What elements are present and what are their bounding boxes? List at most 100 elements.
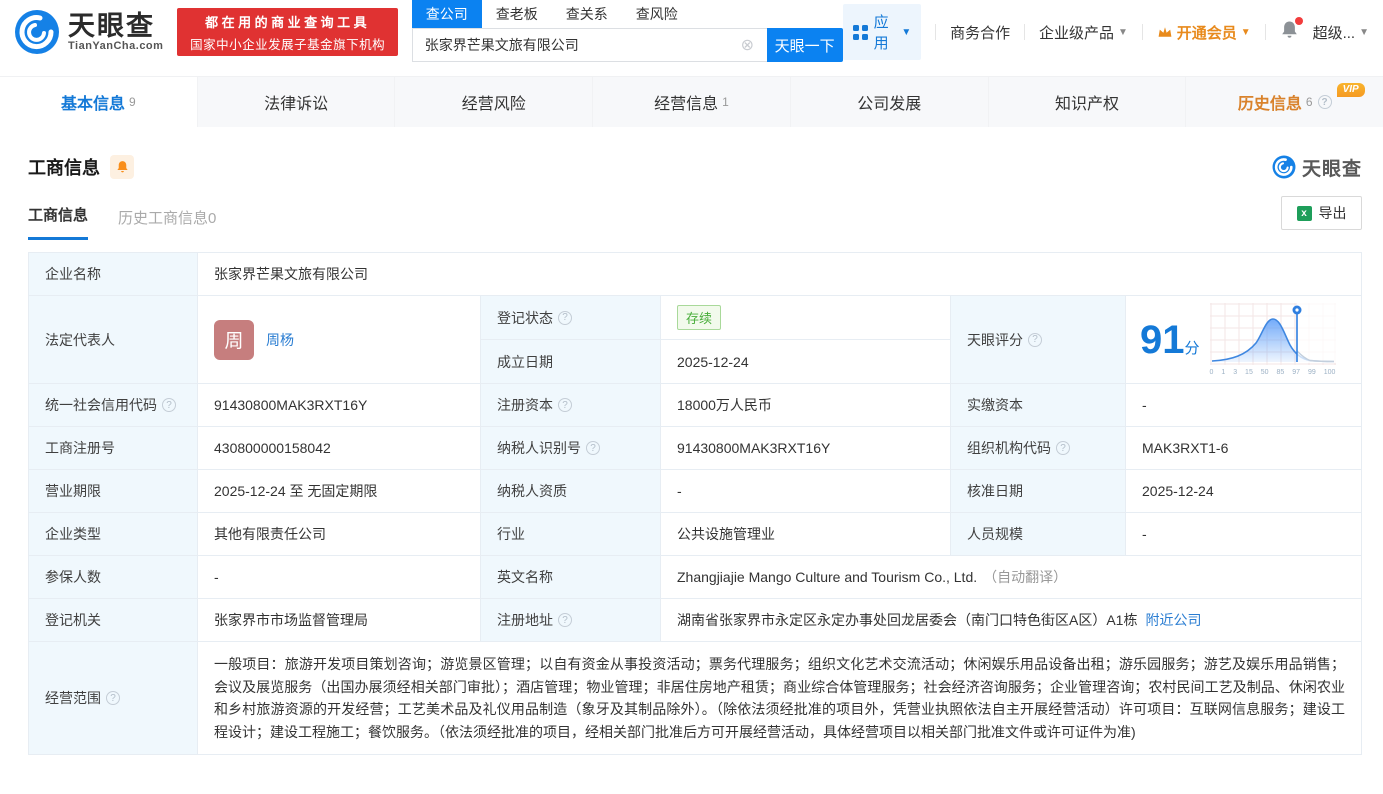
export-button[interactable]: x 导出 (1281, 196, 1362, 230)
tab-company-development-label: 公司发展 (857, 96, 922, 113)
field-approval-date-label: 核准日期 (951, 470, 1126, 512)
field-reg-no-label: 工商注册号 (29, 427, 198, 469)
chevron-down-icon: ▼ (1118, 26, 1128, 38)
tab-intellectual-property[interactable]: 知识产权 (989, 77, 1187, 127)
help-icon[interactable]: ? (106, 691, 120, 706)
field-reg-capital-value: 18000万人民币 (661, 384, 951, 426)
field-uscc-value: 91430800MAK3RXT16Y (198, 384, 481, 426)
help-icon[interactable]: ? (558, 310, 572, 325)
nav-super-vip-label: 超级... (1312, 24, 1356, 42)
tab-legal[interactable]: 法律诉讼 (198, 77, 396, 127)
tianyancha-logo-icon (15, 10, 59, 54)
nav-enterprise-products[interactable]: 企业级产品 ▼ (1039, 22, 1128, 43)
field-reg-no-value: 430800000158042 (198, 427, 481, 469)
clear-input-icon[interactable]: ⊗ (741, 28, 767, 62)
divider (1264, 24, 1266, 40)
search-tab-company[interactable]: 查公司 (411, 0, 482, 28)
field-reg-status-label: 登记状态? (481, 296, 661, 339)
field-org-code-label: 组织机构代码? (951, 427, 1126, 469)
nav-apps[interactable]: 应用 ▼ (842, 4, 922, 60)
tab-count: 1 (722, 95, 729, 109)
field-est-date-label: 成立日期 (481, 340, 661, 383)
field-taxpayer-qual-label: 纳税人资质 (481, 470, 661, 512)
company-tabbar: 基本信息 9 法律诉讼 经营风险 经营信息 1 公司发展 知识产权 VIP 历史… (0, 76, 1383, 127)
search-tab-risk[interactable]: 查风险 (622, 0, 692, 28)
chevron-down-icon: ▼ (1359, 26, 1369, 38)
field-paid-capital-label: 实缴资本 (951, 384, 1126, 426)
field-industry-value: 公共设施管理业 (661, 513, 951, 555)
search-area: 查公司 查老板 查关系 查风险 ⊗ 天眼一下 (411, 0, 843, 62)
watermark-text: 天眼查 (1301, 158, 1362, 180)
field-reg-authority-value: 张家界市市场监督管理局 (198, 599, 481, 641)
field-staff-size-value: - (1142, 526, 1147, 542)
tab-history-info[interactable]: VIP 历史信息 6 ? (1186, 77, 1383, 127)
tianyancha-logo[interactable]: 天眼查 TianYanCha.com (14, 9, 163, 55)
tab-basic-info[interactable]: 基本信息 9 (0, 77, 198, 127)
help-icon[interactable]: ? (558, 613, 572, 627)
field-reg-addr-label: 注册地址? (481, 599, 661, 641)
apps-grid-icon (852, 24, 868, 40)
field-reg-addr-value: 湖南省张家界市永定区永定办事处回龙居委会（南门口特色街区A区）A1栋 附近公司 (677, 610, 1202, 630)
notification-bell[interactable] (1280, 17, 1303, 44)
subtab-business-info[interactable]: 工商信息 (28, 204, 89, 240)
legal-rep-avatar[interactable]: 周 (214, 319, 254, 360)
field-company-name-value: 张家界芒果文旅有限公司 (214, 266, 368, 282)
promo-banner: 都在用的商业查询工具 国家中小企业发展子基金旗下机构 (177, 8, 398, 56)
nav-business-coop[interactable]: 商务合作 (950, 22, 1010, 43)
field-en-name-label: 英文名称 (481, 556, 661, 598)
nearby-companies-link[interactable]: 附近公司 (1145, 610, 1201, 630)
header-nav: 应用 ▼ 商务合作 企业级产品 ▼ 开通会员 ▼ 超级... ▼ (842, 4, 1369, 60)
divider (935, 24, 937, 40)
chevron-down-icon: ▼ (901, 26, 912, 38)
chevron-down-icon: ▼ (1240, 26, 1251, 38)
tab-operation-risk[interactable]: 经营风险 (395, 77, 594, 127)
help-icon[interactable]: ? (162, 398, 176, 412)
nav-apps-label: 应用 (873, 14, 889, 52)
field-scope-label: 经营范围? (29, 642, 198, 755)
field-insured-value: - (198, 556, 481, 598)
tianyancha-logo-icon (1272, 155, 1296, 179)
field-reg-status-value: 存续 (661, 296, 950, 339)
nav-enterprise-label: 企业级产品 (1038, 24, 1114, 42)
field-company-type-label: 企业类型 (29, 513, 198, 555)
help-icon[interactable]: ? (1028, 332, 1042, 347)
divider (1024, 24, 1025, 40)
bell-icon (116, 161, 128, 173)
subscribe-bell-button[interactable] (110, 155, 134, 179)
search-tab-relation[interactable]: 查关系 (552, 0, 622, 28)
field-biz-term-value: 2025-12-24 至 无固定期限 (198, 470, 481, 512)
help-icon[interactable]: ? (558, 398, 572, 412)
nav-super-vip[interactable]: 超级... ▼ (1313, 22, 1369, 43)
score-value: 91 (1140, 317, 1185, 362)
promo-line2: 国家中小企业发展子基金旗下机构 (190, 37, 386, 52)
auto-translate-note: （自动翻译） (983, 569, 1068, 585)
status-badge: 存续 (677, 305, 722, 330)
promo-line1: 都在用的商业查询工具 (205, 14, 371, 30)
field-paid-capital-value: - (1142, 397, 1147, 413)
tab-operation-info-label: 经营信息 (654, 96, 719, 113)
tab-count: 9 (129, 95, 136, 109)
vip-badge: VIP (1336, 83, 1365, 97)
tab-legal-label: 法律诉讼 (264, 96, 329, 113)
help-icon[interactable]: ? (586, 441, 600, 455)
brand-name: 天眼查 (68, 10, 155, 41)
status-date-block: 登记状态? 存续 成立日期 2025-12-24 (481, 296, 951, 383)
help-icon[interactable]: ? (1056, 441, 1070, 455)
tab-basic-info-label: 基本信息 (61, 96, 126, 113)
subtab-history-business-info[interactable]: 历史工商信息0 (118, 207, 216, 240)
search-input[interactable] (411, 28, 767, 62)
field-company-name-label: 企业名称 (29, 253, 198, 295)
tab-operation-info[interactable]: 经营信息 1 (593, 77, 791, 127)
search-button[interactable]: 天眼一下 (766, 28, 843, 62)
help-icon[interactable]: ? (1317, 95, 1332, 109)
tab-company-development[interactable]: 公司发展 (791, 77, 989, 127)
field-company-type-value: 其他有限责任公司 (198, 513, 481, 555)
field-insured-label: 参保人数 (29, 556, 198, 598)
tab-history-info-label: 历史信息 (1237, 96, 1302, 113)
search-tab-boss[interactable]: 查老板 (482, 0, 552, 28)
search-tabs: 查公司 查老板 查关系 查风险 (411, 0, 843, 28)
score-unit: 分 (1184, 339, 1200, 357)
field-uscc-label: 统一社会信用代码? (29, 384, 198, 426)
legal-rep-link[interactable]: 周杨 (266, 330, 294, 350)
nav-open-vip[interactable]: 开通会员 ▼ (1157, 22, 1251, 43)
